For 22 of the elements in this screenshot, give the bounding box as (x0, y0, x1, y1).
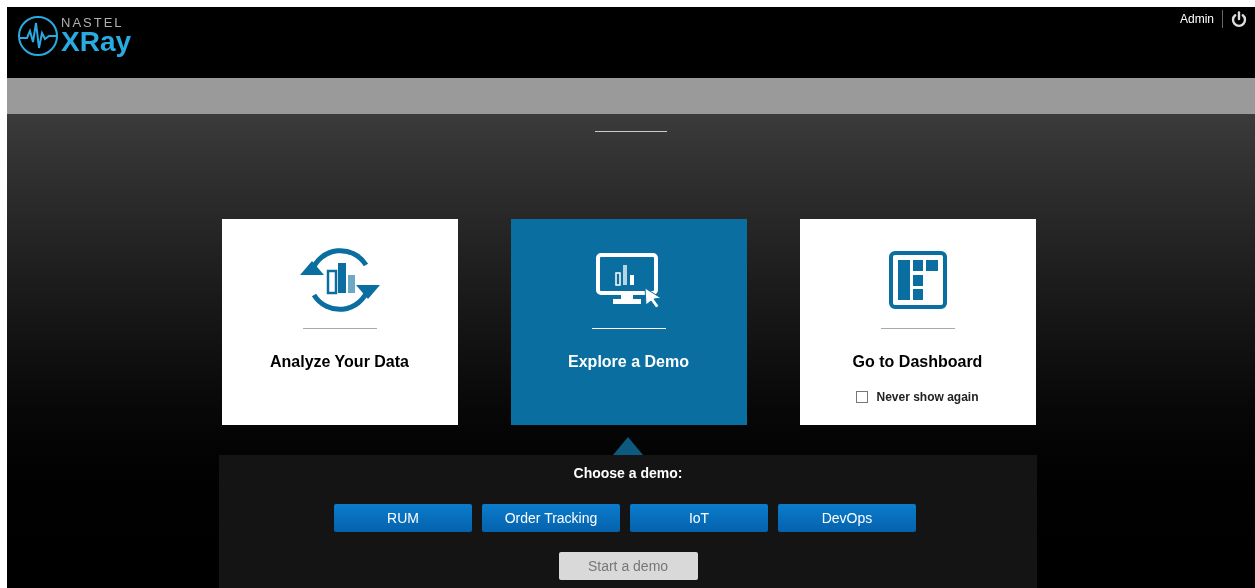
logo-wordmark: XRay (61, 28, 132, 56)
card-title: Analyze Your Data (270, 352, 409, 372)
demo-button[interactable]: IoT (630, 504, 768, 532)
demo-button[interactable]: Order Tracking (482, 504, 620, 532)
logo-wordmark-top: NASTEL (61, 16, 125, 29)
option-card[interactable]: Explore a Demo (510, 219, 747, 425)
card-title: Go to Dashboard (852, 352, 983, 372)
option-card[interactable]: Go to Dashboard Never show again (799, 219, 1036, 425)
dashboard-icon (888, 251, 947, 309)
checkbox[interactable] (856, 391, 869, 403)
refresh-chart-icon (297, 247, 382, 313)
pointer-triangle (613, 437, 643, 455)
panel-title: Choose a demo: (573, 464, 683, 483)
demo-button[interactable]: DevOps (778, 504, 916, 532)
card-title: Explore a Demo (568, 352, 689, 372)
power-icon[interactable] (1231, 10, 1247, 28)
demo-button[interactable]: RUM (334, 504, 472, 532)
checkbox-label[interactable]: Never show again (876, 388, 979, 406)
monitor-chart-icon (594, 252, 663, 308)
option-card[interactable]: Analyze Your Data (221, 219, 458, 425)
user-name[interactable]: Admin (1180, 10, 1214, 28)
logo-icon (17, 15, 59, 57)
